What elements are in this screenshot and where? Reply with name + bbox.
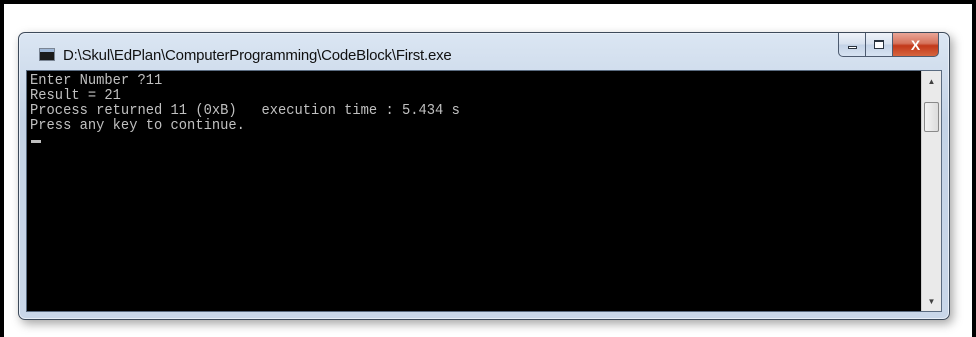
window-title: D:\Skul\EdPlan\ComputerProgramming\CodeB… — [63, 47, 452, 64]
vertical-scrollbar[interactable]: ▲ ▼ — [921, 71, 941, 311]
scroll-up-button[interactable]: ▲ — [922, 71, 941, 91]
arrow-up-icon: ▲ — [927, 76, 936, 86]
console-line: Press any key to continue. — [30, 118, 245, 134]
console-text: Enter Number ?11 Result = 21 Process ret… — [30, 74, 460, 134]
arrow-down-icon: ▼ — [927, 296, 936, 306]
minimize-icon — [847, 46, 857, 49]
scrollbar-thumb[interactable] — [924, 102, 939, 132]
maximize-icon — [874, 40, 884, 49]
console-line: Result = 21 — [30, 88, 121, 104]
title-bar[interactable]: D:\Skul\EdPlan\ComputerProgramming\CodeB… — [19, 33, 949, 69]
screenshot-frame: D:\Skul\EdPlan\ComputerProgramming\CodeB… — [0, 0, 976, 337]
console-line: Enter Number ?11 — [30, 73, 163, 89]
text-cursor — [31, 140, 41, 143]
console-output-area[interactable]: Enter Number ?11 Result = 21 Process ret… — [26, 70, 942, 312]
minimize-button[interactable] — [838, 33, 866, 57]
maximize-button[interactable] — [866, 33, 893, 57]
close-button[interactable]: X — [893, 33, 939, 57]
window-controls: X — [838, 33, 939, 59]
console-line: Process returned 11 (0xB) execution time… — [30, 103, 460, 119]
console-window: D:\Skul\EdPlan\ComputerProgramming\CodeB… — [18, 32, 950, 320]
scroll-down-button[interactable]: ▼ — [922, 291, 941, 311]
close-icon: X — [910, 36, 921, 53]
console-app-icon[interactable] — [39, 48, 55, 61]
